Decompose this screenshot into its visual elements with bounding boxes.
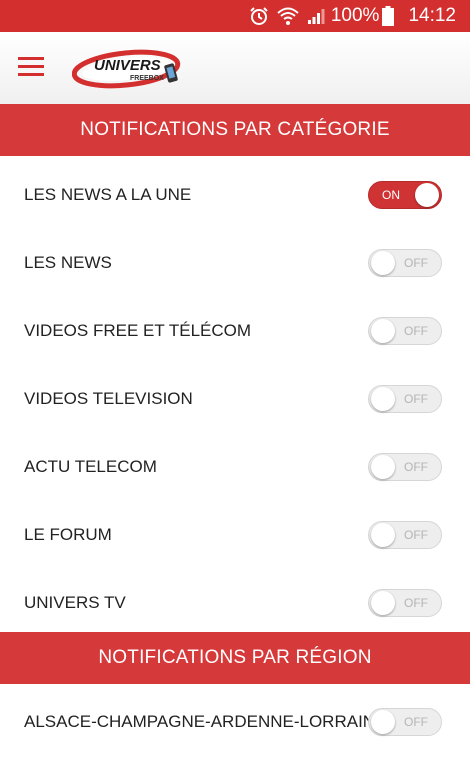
list-item-label: LES NEWS: [24, 253, 112, 272]
list-item-le-forum[interactable]: LE FORUM OFF: [0, 501, 470, 569]
section-header-categorie: NOTIFICATIONS PAR CATÉGORIE: [0, 104, 470, 156]
list-item-alsace-champagne-ardenne-lorraine[interactable]: ALSACE-CHAMPAGNE-ARDENNE-LORRAINE OFF: [0, 688, 470, 756]
hamburger-menu-icon[interactable]: [18, 57, 44, 77]
clock-time: 14:12: [408, 5, 456, 26]
toggle-state-label: OFF: [404, 528, 428, 542]
toggle-knob: [371, 319, 395, 343]
toggle-state-label: OFF: [404, 392, 428, 406]
app-bar: UNIVERS FREEBOX: [0, 32, 470, 105]
toggle-knob: [371, 455, 395, 479]
status-bar: 100% 14:12: [0, 0, 470, 32]
section-header-region: NOTIFICATIONS PAR RÉGION: [0, 632, 470, 684]
list-item-label: ACTU TELECOM: [24, 457, 157, 476]
battery-percentage: 100%: [330, 5, 380, 26]
toggle-state-label: OFF: [404, 324, 428, 338]
toggle-knob: [371, 251, 395, 275]
notification-toggle[interactable]: OFF: [368, 589, 442, 617]
toggle-state-label: ON: [382, 188, 400, 202]
toggle-state-label: OFF: [404, 596, 428, 610]
alarm-icon: [249, 6, 269, 26]
list-item-label: ALSACE-CHAMPAGNE-ARDENNE-LORRAINE: [24, 712, 387, 731]
wifi-icon: [277, 6, 299, 26]
list-item-univers-tv[interactable]: UNIVERS TV OFF: [0, 569, 470, 637]
battery-icon: [382, 6, 395, 26]
univers-freebox-logo[interactable]: UNIVERS FREEBOX: [71, 46, 188, 90]
toggle-knob: [371, 387, 395, 411]
toggle-state-label: OFF: [404, 460, 428, 474]
list-item-label: LES NEWS A LA UNE: [24, 185, 192, 204]
toggle-knob: [415, 183, 439, 207]
list-item-label: LE FORUM: [24, 525, 112, 544]
toggle-knob: [371, 710, 395, 734]
list-item-actu-telecom[interactable]: ACTU TELECOM OFF: [0, 433, 470, 501]
toggle-state-label: OFF: [404, 715, 428, 729]
notification-toggle[interactable]: OFF: [368, 521, 442, 549]
notification-toggle[interactable]: OFF: [368, 385, 442, 413]
list-item-label: UNIVERS TV: [24, 593, 126, 612]
notification-toggle[interactable]: OFF: [368, 453, 442, 481]
notification-toggle[interactable]: OFF: [368, 317, 442, 345]
svg-text:UNIVERS: UNIVERS: [94, 57, 161, 74]
notification-toggle[interactable]: OFF: [368, 249, 442, 277]
notification-toggle[interactable]: OFF: [368, 708, 442, 736]
list-item-label: VIDEOS TELEVISION: [24, 389, 193, 408]
list-item-les-news[interactable]: LES NEWS OFF: [0, 229, 470, 297]
list-item-les-news-a-la-une[interactable]: LES NEWS A LA UNE ON: [0, 161, 470, 229]
list-item-videos-free-et-telecom[interactable]: VIDEOS FREE ET TÉLÉCOM OFF: [0, 297, 470, 365]
toggle-knob: [371, 591, 395, 615]
toggle-knob: [371, 523, 395, 547]
notification-toggle[interactable]: ON: [368, 181, 442, 209]
toggle-state-label: OFF: [404, 256, 428, 270]
list-item-videos-television[interactable]: VIDEOS TELEVISION OFF: [0, 365, 470, 433]
svg-text:FREEBOX: FREEBOX: [130, 75, 164, 82]
signal-icon: [307, 7, 325, 25]
list-item-label: VIDEOS FREE ET TÉLÉCOM: [24, 321, 252, 340]
